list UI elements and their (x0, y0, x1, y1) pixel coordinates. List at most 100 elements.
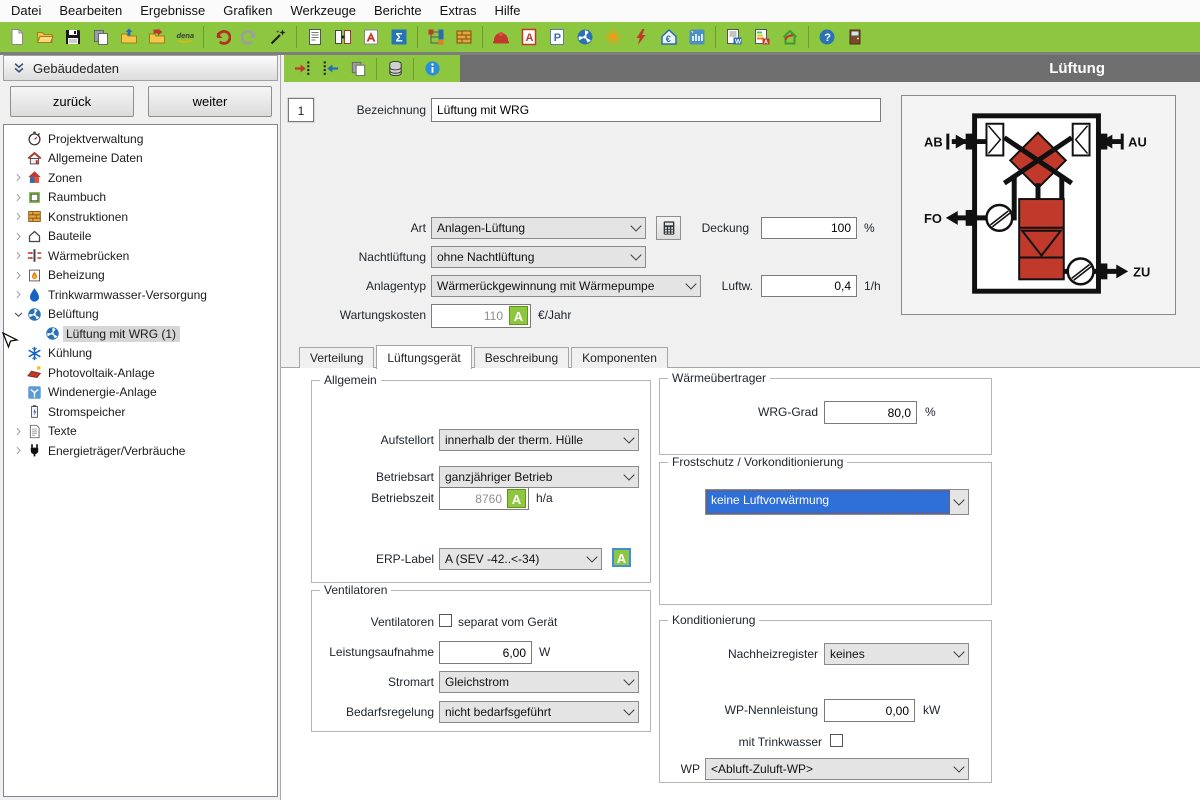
label-a-document-button[interactable]: A (515, 24, 543, 50)
tree-item-stromspeicher[interactable]: Stromspeicher (4, 402, 277, 422)
tree-item-raumbuch[interactable]: Raumbuch (4, 188, 277, 208)
house-euro-button[interactable]: € (655, 24, 683, 50)
building-outline-button[interactable] (776, 24, 804, 50)
auto-value-badge[interactable]: A (612, 548, 631, 567)
save-button[interactable] (59, 24, 87, 50)
copy-entry-button[interactable] (344, 56, 372, 82)
tree-item-bauteile[interactable]: Bauteile (4, 227, 277, 247)
menu-hilfe[interactable]: Hilfe (486, 0, 530, 22)
copy-button[interactable] (87, 24, 115, 50)
menu-datei[interactable]: Datei (2, 0, 50, 22)
wp-nennleistung-unit: kW (923, 703, 940, 717)
redo-button[interactable] (236, 24, 264, 50)
next-button[interactable]: weiter (148, 86, 272, 117)
expander-collapsed-icon[interactable] (10, 231, 26, 242)
tree-item-energietr-ger-verbr-uche[interactable]: Energieträger/Verbräuche (4, 441, 277, 461)
sun-button[interactable] (599, 24, 627, 50)
word-report-button[interactable]: W (720, 24, 748, 50)
chevron-down-icon (627, 218, 645, 238)
tree-item-bel-ftung[interactable]: Belüftung (4, 305, 277, 325)
tree-item-windenergie-anlage[interactable]: Windenergie-Anlage (4, 383, 277, 403)
luftwechsel-input[interactable] (761, 275, 857, 297)
bezeichnung-input[interactable] (431, 98, 881, 122)
expander-collapsed-icon[interactable] (10, 172, 26, 183)
open-folder-button[interactable] (31, 24, 59, 50)
auto-value-badge[interactable]: A (509, 306, 528, 325)
exit-door-button[interactable] (841, 24, 869, 50)
separat-checkbox[interactable] (439, 614, 452, 627)
bedarfsregelung-combobox[interactable]: nicht bedarfsgeführt (439, 701, 639, 723)
nachheizregister-combobox[interactable]: keines (824, 643, 969, 665)
deckung-input[interactable] (761, 217, 857, 239)
frostschutz-combobox[interactable]: keine Luftvorwärmung (705, 489, 969, 515)
structure-tree-button[interactable] (422, 24, 450, 50)
nachtlueftung-combobox[interactable]: ohne Nachtlüftung (431, 246, 646, 268)
anlagentyp-combobox[interactable]: Wärmerückgewinnung mit Wärmepumpe (431, 275, 701, 297)
tree-item-allgemeine-daten[interactable]: Allgemeine Daten (4, 149, 277, 169)
menu-extras[interactable]: Extras (431, 0, 486, 22)
pdf-export-button[interactable] (357, 24, 385, 50)
auto-value-badge[interactable]: A (507, 489, 526, 508)
tree-item-konstruktionen[interactable]: Konstruktionen (4, 207, 277, 227)
info-button[interactable] (418, 56, 446, 82)
expander-collapsed-icon[interactable] (10, 211, 26, 222)
tree-item-photovoltaik-anlage[interactable]: Photovoltaik-Anlage (4, 363, 277, 383)
expander-collapsed-icon[interactable] (10, 445, 26, 456)
expander-collapsed-icon[interactable] (10, 270, 26, 281)
tab-l-ftungsger-t[interactable]: Lüftungsgerät (376, 345, 471, 369)
house-stripes-button[interactable] (683, 24, 711, 50)
wp-nennleistung-input[interactable] (824, 699, 915, 722)
tree-item-w-rmebr-cken[interactable]: Wärmebrücken (4, 246, 277, 266)
tree-item-projektverwaltung[interactable]: Projektverwaltung (4, 129, 277, 149)
expander-collapsed-icon[interactable] (10, 426, 26, 437)
betriebsart-combobox[interactable]: ganzjähriger Betrieb (439, 466, 639, 488)
tab-komponenten[interactable]: Komponenten (571, 347, 668, 368)
remove-entry-button[interactable] (316, 56, 344, 82)
help-button[interactable]: ? (813, 24, 841, 50)
sum-button[interactable]: Σ (385, 24, 413, 50)
expander-collapsed-icon[interactable] (10, 289, 26, 300)
lightning-button[interactable] (627, 24, 655, 50)
wrg-grad-input[interactable] (824, 401, 917, 424)
dena-logo-button[interactable]: dena (171, 24, 199, 50)
merge-documents-button[interactable] (329, 24, 357, 50)
wp-combobox[interactable]: <Abluft-Zuluft-WP> (705, 758, 969, 780)
tree-item-trinkwarmwasser-versorgung[interactable]: Trinkwarmwasser-Versorgung (4, 285, 277, 305)
expander-collapsed-icon[interactable] (10, 250, 26, 261)
tab-beschreibung[interactable]: Beschreibung (474, 347, 569, 368)
report-document-button[interactable] (301, 24, 329, 50)
menu-grafiken[interactable]: Grafiken (214, 0, 281, 22)
art-combobox[interactable]: Anlagen-Lüftung (431, 217, 646, 239)
stromart-combobox[interactable]: Gleichstrom (439, 671, 639, 693)
new-file-button[interactable] (3, 24, 31, 50)
constructions-button[interactable] (450, 24, 478, 50)
energy-label-pdf-button[interactable]: A (748, 24, 776, 50)
menu-werkzeuge[interactable]: Werkzeuge (281, 0, 365, 22)
menu-ergebnisse[interactable]: Ergebnisse (131, 0, 214, 22)
tree-item-zonen[interactable]: Zonen (4, 168, 277, 188)
expander-expanded-icon[interactable] (10, 309, 26, 320)
tree-item-l-ftung-mit-wrg-1[interactable]: Lüftung mit WRG (1) (4, 324, 277, 344)
mit-trinkwasser-checkbox[interactable] (830, 734, 843, 747)
export-folder-button[interactable] (143, 24, 171, 50)
sidebar-header[interactable]: Gebäudedaten (3, 55, 278, 81)
label-p-document-button[interactable]: P (543, 24, 571, 50)
wizard-button[interactable] (264, 24, 292, 50)
menu-bearbeiten[interactable]: Bearbeiten (50, 0, 131, 22)
erp-combobox[interactable]: A (SEV -42..<-34) (439, 548, 602, 570)
tree-item-k-hlung[interactable]: Kühlung (4, 344, 277, 364)
back-button[interactable]: zurück (10, 86, 134, 117)
undo-button[interactable] (208, 24, 236, 50)
site-helmet-button[interactable] (487, 24, 515, 50)
tree-item-beheizung[interactable]: Beheizung (4, 266, 277, 286)
import-folder-button[interactable] (115, 24, 143, 50)
leistungsaufnahme-input[interactable] (439, 641, 532, 664)
ventilation-button[interactable] (571, 24, 599, 50)
aufstellort-combobox[interactable]: innerhalb der therm. Hülle (439, 429, 639, 451)
database-button[interactable] (381, 56, 409, 82)
expander-collapsed-icon[interactable] (10, 192, 26, 203)
tab-verteilung[interactable]: Verteilung (299, 347, 374, 368)
tree-item-texte[interactable]: Texte (4, 422, 277, 442)
menu-berichte[interactable]: Berichte (365, 0, 431, 22)
add-entry-button[interactable] (288, 56, 316, 82)
